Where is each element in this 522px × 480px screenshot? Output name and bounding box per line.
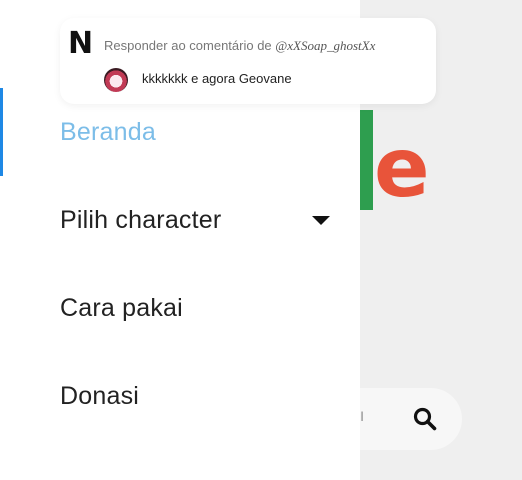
reply-comment-text: kkkkkkk e agora Geovane [142,71,292,86]
drawer-edge-indicator [0,88,3,176]
logo-letter: e [374,121,430,216]
nav-item-donasi[interactable]: Donasi [60,382,139,411]
text-cursor: ו [360,408,365,425]
nav-item-beranda[interactable]: Beranda [60,118,156,147]
app-logo-icon: N [68,26,94,61]
reply-username: @xXSoap_ghostXx [275,38,376,53]
caret-down-icon[interactable] [312,216,330,225]
reply-overlay-card: N Responder ao comentário de @xXSoap_gho… [60,18,436,104]
nav-item-pilih-character[interactable]: Pilih character [60,206,221,235]
avatar [104,68,128,92]
reply-header-text: Responder ao comentário de [104,38,272,53]
nav-item-cara-pakai[interactable]: Cara pakai [60,294,183,323]
site-logo-fragment: e [360,110,450,210]
logo-green-bar [360,110,373,210]
search-icon[interactable] [412,406,438,432]
reply-header: Responder ao comentário de @xXSoap_ghost… [104,38,375,54]
